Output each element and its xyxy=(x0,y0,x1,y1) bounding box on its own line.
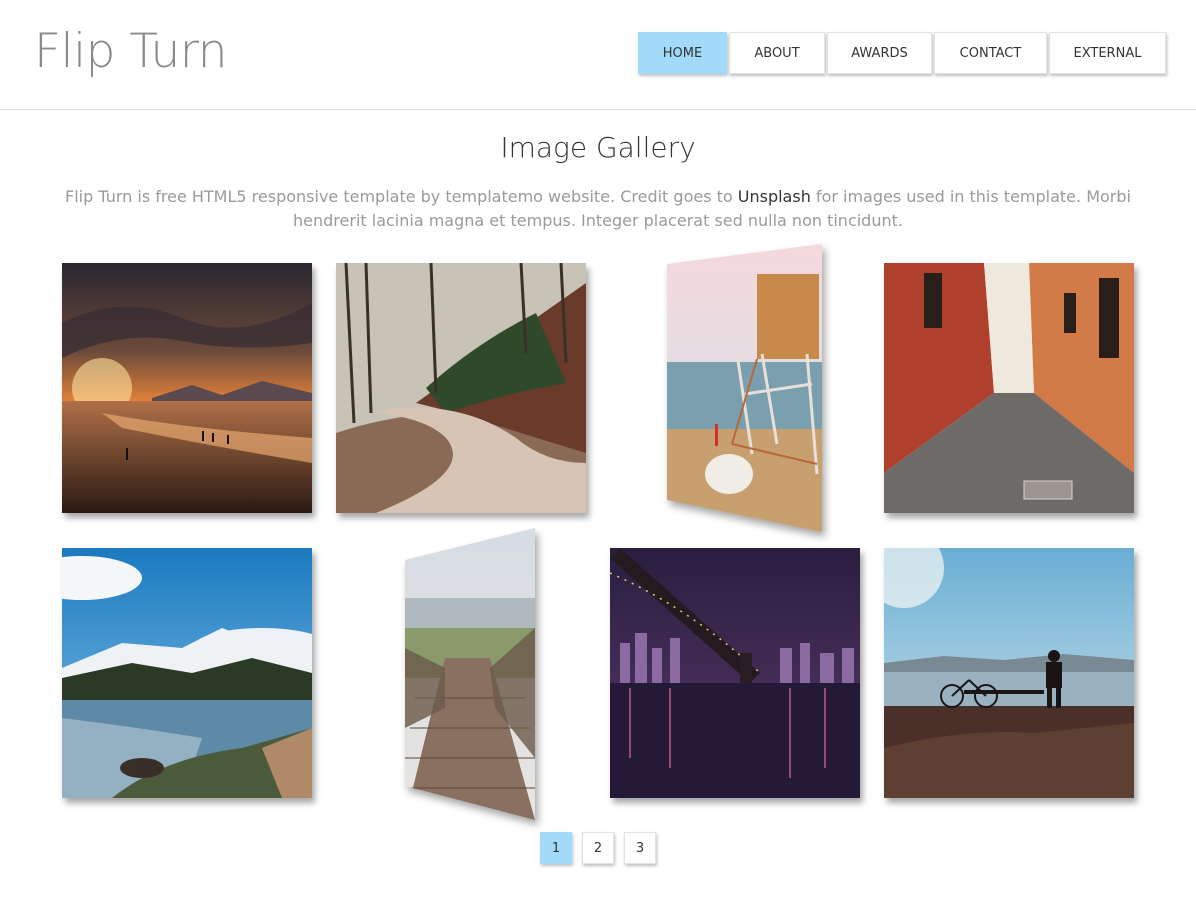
nav-awards[interactable]: AWARDS xyxy=(827,32,932,74)
gallery-image-boardwalk[interactable] xyxy=(405,528,535,820)
nav-external[interactable]: EXTERNAL xyxy=(1049,32,1166,74)
gallery-image-lifeguard-tower[interactable] xyxy=(667,244,822,532)
gallery-image-mountain-lake[interactable] xyxy=(62,548,312,798)
gallery-image-sunset-beach[interactable] xyxy=(62,263,312,513)
gallery-description: Flip Turn is free HTML5 responsive templ… xyxy=(48,185,1148,233)
nav-home[interactable]: HOME xyxy=(638,32,727,74)
nav-about[interactable]: ABOUT xyxy=(729,32,825,74)
gallery-image-bridge-night[interactable] xyxy=(610,548,860,798)
gallery-image-alley-street[interactable] xyxy=(884,263,1134,513)
description-text-start: Flip Turn is free HTML5 responsive templ… xyxy=(65,187,738,206)
page-2-button[interactable]: 2 xyxy=(582,832,614,864)
page-title: Image Gallery xyxy=(500,131,696,164)
site-logo[interactable]: Flip Turn xyxy=(34,24,228,80)
unsplash-link[interactable]: Unsplash xyxy=(738,187,811,206)
gallery-image-forest-road[interactable] xyxy=(336,263,586,513)
site-header: Flip Turn HOME ABOUT AWARDS CONTACT EXTE… xyxy=(0,0,1196,110)
nav-contact[interactable]: CONTACT xyxy=(934,32,1047,74)
gallery-image-man-bike-sea[interactable] xyxy=(884,548,1134,798)
page-1-button[interactable]: 1 xyxy=(540,832,572,864)
pagination: 1 2 3 xyxy=(540,832,666,864)
main-nav: HOME ABOUT AWARDS CONTACT EXTERNAL xyxy=(638,32,1168,74)
page-3-button[interactable]: 3 xyxy=(624,832,656,864)
